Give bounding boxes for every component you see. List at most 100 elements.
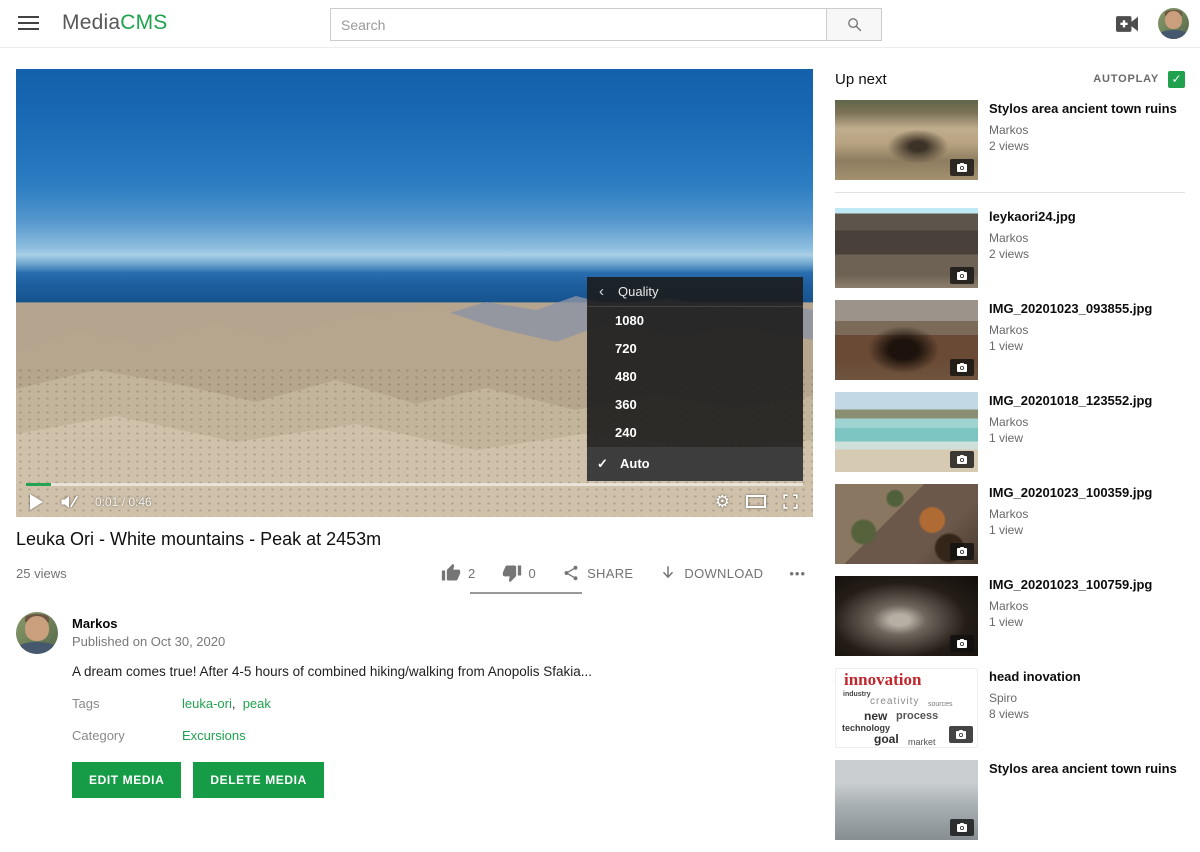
upload-media-button[interactable] — [1115, 13, 1139, 35]
media-actions: EDIT MEDIA DELETE MEDIA — [72, 762, 324, 798]
quality-option-240[interactable]: 240 — [587, 419, 803, 447]
logo[interactable]: MediaCMS — [62, 11, 167, 35]
upnext-item-author[interactable]: Spiro — [989, 690, 1081, 706]
author-name[interactable]: Markos — [72, 616, 118, 631]
image-type-badge — [950, 635, 974, 652]
camera-icon — [955, 729, 967, 740]
play-icon — [30, 494, 43, 510]
upnext-thumbnail[interactable] — [835, 100, 978, 180]
upnext-thumbnail[interactable] — [835, 392, 978, 472]
upnext-item[interactable]: innovationindustrycreativitynewprocesste… — [835, 668, 1185, 748]
autoplay-label: AUTOPLAY — [1093, 73, 1159, 85]
upnext-item-author[interactable]: Markos — [989, 230, 1076, 246]
camera-icon — [956, 454, 968, 465]
wordcloud-word: creativity — [870, 696, 919, 707]
quality-option-1080[interactable]: 1080 — [587, 307, 803, 335]
more-actions-button[interactable]: ••• — [789, 566, 806, 581]
more-dots-icon: ••• — [789, 566, 806, 581]
search-icon — [846, 16, 863, 33]
video-player[interactable]: ‹ Quality 1080720480360240✓Auto 0:01 / 0… — [16, 69, 813, 517]
upnext-item-views: 1 view — [989, 338, 1152, 354]
volume-muted-icon — [59, 493, 79, 511]
tags-label: Tags — [72, 696, 99, 711]
upnext-item-title[interactable]: IMG_20201023_100759.jpg — [989, 577, 1152, 593]
like-count: 2 — [468, 566, 476, 581]
upnext-thumbnail[interactable]: innovationindustrycreativitynewprocesste… — [835, 668, 978, 748]
dislike-button[interactable]: 0 — [502, 563, 537, 583]
play-button[interactable] — [30, 494, 43, 510]
tag-link-leuka-ori[interactable]: leuka-ori — [182, 696, 232, 711]
upnext-item-views: 2 views — [989, 246, 1076, 262]
search-input[interactable] — [330, 8, 826, 41]
upnext-item[interactable]: IMG_20201023_100359.jpgMarkos1 view — [835, 484, 1185, 564]
upnext-item[interactable]: IMG_20201018_123552.jpgMarkos1 view — [835, 392, 1185, 472]
tag-separator: , — [232, 696, 243, 711]
upnext-thumbnail[interactable] — [835, 760, 978, 840]
gear-icon: ⚙ — [715, 493, 730, 510]
upnext-item-author[interactable]: Markos — [989, 506, 1152, 522]
author-avatar[interactable] — [16, 612, 58, 654]
edit-media-button[interactable]: EDIT MEDIA — [72, 762, 181, 798]
search-button[interactable] — [826, 8, 882, 41]
upnext-item[interactable]: IMG_20201023_100759.jpgMarkos1 view — [835, 576, 1185, 656]
logo-text-cms: CMS — [120, 11, 167, 34]
upnext-item-title[interactable]: Stylos area ancient town ruins — [989, 761, 1177, 777]
upnext-thumbnail[interactable] — [835, 300, 978, 380]
camera-icon — [956, 546, 968, 557]
upnext-item-author[interactable]: Markos — [989, 122, 1177, 138]
settings-button[interactable]: ⚙ — [715, 493, 730, 510]
quality-option-360[interactable]: 360 — [587, 391, 803, 419]
tag-link-peak[interactable]: peak — [243, 696, 271, 711]
upnext-thumbnail[interactable] — [835, 208, 978, 288]
upnext-thumbnail[interactable] — [835, 576, 978, 656]
mute-button[interactable] — [59, 493, 79, 511]
download-button[interactable]: DOWNLOAD — [659, 564, 763, 582]
hamburger-menu-icon[interactable] — [18, 16, 39, 31]
quality-option-auto[interactable]: ✓Auto — [587, 447, 803, 481]
theater-mode-button[interactable] — [746, 495, 766, 508]
upnext-item-author[interactable]: Markos — [989, 598, 1152, 614]
back-chevron-icon: ‹ — [599, 283, 604, 300]
upnext-item[interactable]: Stylos area ancient town ruins Markos2 vi… — [835, 100, 1185, 180]
upnext-list: Stylos area ancient town ruinsMarkos2 vi… — [835, 100, 1185, 840]
upnext-item-title[interactable]: IMG_20201023_100359.jpg — [989, 485, 1152, 501]
publish-date: Published on Oct 30, 2020 — [72, 634, 225, 649]
like-button[interactable]: 2 — [441, 563, 476, 583]
delete-media-button[interactable]: DELETE MEDIA — [193, 762, 324, 798]
wordcloud-word: innovation — [844, 670, 921, 690]
check-icon: ✓ — [1171, 72, 1181, 86]
quality-option-720[interactable]: 720 — [587, 335, 803, 363]
autoplay-checkbox[interactable]: ✓ — [1168, 71, 1185, 88]
upnext-item[interactable]: leykaori24.jpg Markos2 views — [835, 208, 1185, 288]
up-next-header: Up next AUTOPLAY ✓ — [835, 69, 1185, 89]
quality-menu-header[interactable]: ‹ Quality — [587, 277, 803, 307]
upnext-item-title[interactable]: leykaori24.jpg — [989, 209, 1076, 225]
wordcloud-word: industry — [843, 691, 871, 698]
image-type-badge — [950, 451, 974, 468]
wordcloud-word: new — [864, 709, 887, 723]
upnext-item-views: 2 views — [989, 138, 1177, 154]
user-avatar[interactable] — [1158, 8, 1189, 39]
upnext-item-title[interactable]: IMG_20201023_093855.jpg — [989, 301, 1152, 317]
quality-option-480[interactable]: 480 — [587, 363, 803, 391]
image-type-badge — [949, 726, 973, 743]
upnext-thumbnail[interactable] — [835, 484, 978, 564]
upnext-item-title[interactable]: Stylos area ancient town ruins — [989, 101, 1177, 117]
camera-icon — [956, 270, 968, 281]
upnext-item[interactable]: Stylos area ancient town ruins — [835, 760, 1185, 840]
theater-mode-icon — [746, 495, 766, 508]
upnext-item-title[interactable]: IMG_20201018_123552.jpg — [989, 393, 1152, 409]
upnext-item[interactable]: IMG_20201023_093855.jpg Markos1 view — [835, 300, 1185, 380]
wordcloud-word: goal — [874, 732, 899, 746]
image-type-badge — [950, 267, 974, 284]
upnext-item-title[interactable]: head inovation — [989, 669, 1081, 685]
category-link[interactable]: Excursions — [182, 728, 246, 743]
upnext-item-author[interactable]: Markos — [989, 322, 1152, 338]
share-button[interactable]: SHARE — [562, 564, 633, 582]
wordcloud-word: sources — [928, 701, 953, 708]
download-label: DOWNLOAD — [684, 566, 763, 581]
ratings-underline — [470, 592, 582, 594]
fullscreen-button[interactable] — [782, 493, 799, 510]
upnext-item-author[interactable]: Markos — [989, 414, 1152, 430]
top-navigation-bar: MediaCMS — [0, 0, 1200, 48]
